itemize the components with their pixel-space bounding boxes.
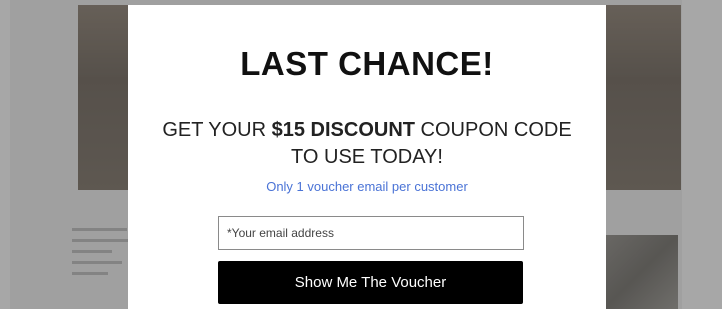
- subtitle-prefix: GET YOUR: [162, 119, 272, 141]
- page: LAST CHANCE! GET YOUR $15 DISCOUNT COUPO…: [0, 0, 722, 309]
- popup-subtitle: GET YOUR $15 DISCOUNT COUPON CODE TO USE…: [158, 117, 576, 171]
- subtitle-discount: $15 DISCOUNT: [271, 119, 415, 141]
- voucher-limit-note: Only 1 voucher email per customer: [266, 179, 468, 194]
- discount-popup: LAST CHANCE! GET YOUR $15 DISCOUNT COUPO…: [128, 5, 606, 309]
- email-input[interactable]: [218, 216, 524, 250]
- show-voucher-button[interactable]: Show Me The Voucher: [218, 261, 523, 304]
- popup-title: LAST CHANCE!: [240, 45, 494, 82]
